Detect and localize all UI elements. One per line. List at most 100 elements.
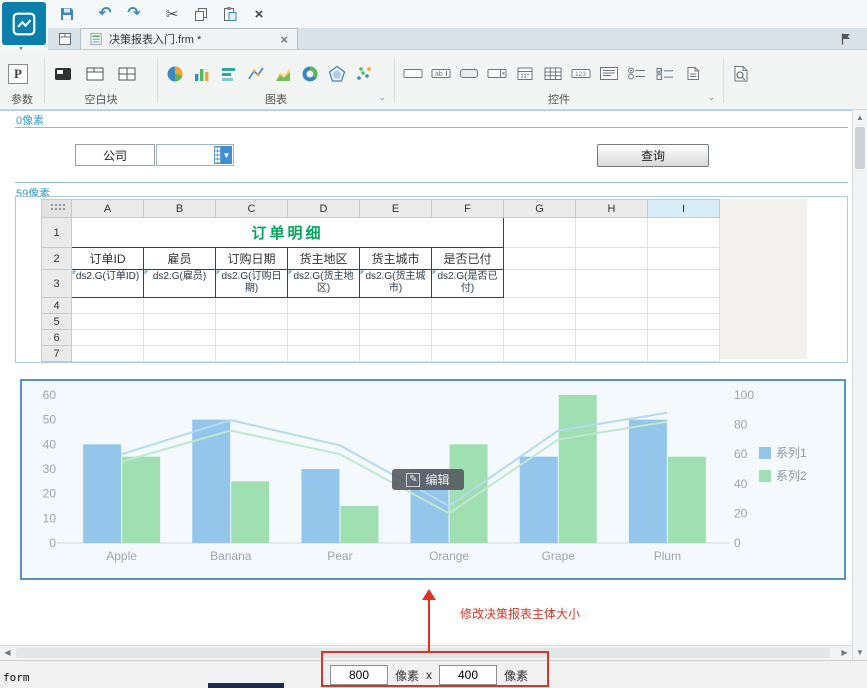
scatter-chart-icon[interactable] [355, 65, 373, 83]
empty-cell[interactable] [503, 297, 576, 314]
column-header-E[interactable]: E [359, 199, 432, 218]
row-header-6[interactable]: 6 [41, 329, 72, 346]
empty-cell[interactable] [287, 345, 360, 362]
column-header-D[interactable]: D [287, 199, 360, 218]
section-label-widgets[interactable]: 控件 [548, 94, 570, 106]
text-editor-icon[interactable] [403, 66, 423, 81]
empty-cell[interactable] [575, 345, 648, 362]
empty-cell[interactable] [287, 313, 360, 330]
save-icon[interactable] [58, 5, 76, 23]
section-label-charts[interactable]: 图表 [265, 94, 287, 106]
empty-cell[interactable] [71, 345, 144, 362]
cut-icon[interactable]: ✂ [163, 5, 181, 23]
body-height-input[interactable] [439, 665, 498, 685]
app-menu-button[interactable] [2, 2, 46, 45]
empty-cell[interactable] [215, 345, 288, 362]
bar-chart-icon[interactable] [220, 65, 238, 83]
empty-cell[interactable] [503, 269, 576, 298]
row-header-4[interactable]: 4 [41, 297, 72, 314]
absolute-block-icon[interactable] [117, 66, 137, 82]
report-binding-cell[interactable]: ds2.G(是否已付) [431, 269, 504, 298]
report-binding-cell[interactable]: ds2.G(货主地区) [287, 269, 360, 298]
redo-icon[interactable]: ↷ [125, 5, 143, 23]
report-header-cell[interactable]: 是否已付 [431, 247, 504, 270]
empty-cell[interactable] [575, 329, 648, 346]
line-chart-icon[interactable] [247, 65, 265, 83]
empty-cell[interactable] [503, 247, 576, 270]
file-upload-icon[interactable] [683, 66, 703, 81]
empty-cell[interactable] [647, 269, 720, 298]
column-chart-icon[interactable] [193, 65, 211, 83]
scroll-down-icon[interactable]: ▼ [853, 645, 867, 660]
empty-cell[interactable] [647, 217, 720, 248]
report-binding-cell[interactable]: ds2.G(订单ID) [71, 269, 144, 298]
column-header-I[interactable]: I [647, 199, 720, 218]
report-binding-cell[interactable]: ds2.G(货主城市) [359, 269, 432, 298]
empty-cell[interactable] [503, 313, 576, 330]
template-list-icon[interactable] [58, 32, 72, 46]
empty-cell[interactable] [431, 329, 504, 346]
label-widget-icon[interactable]: ab [431, 66, 451, 81]
preview-icon[interactable] [732, 65, 750, 83]
empty-cell[interactable] [647, 313, 720, 330]
empty-cell[interactable] [647, 297, 720, 314]
empty-cell[interactable] [143, 297, 216, 314]
chevron-down-icon[interactable]: ⌄ [378, 92, 386, 103]
radio-group-icon[interactable] [627, 66, 647, 81]
report-grid-mount[interactable]: A B C D E F G H I 1 订单明细 2 订单ID 雇员 订购日期 货主地区 货主城市 是否已付 3 ds… [41, 199, 720, 362]
horizontal-scroll-thumb[interactable] [16, 648, 830, 658]
report-header-cell[interactable]: 雇员 [143, 247, 216, 270]
empty-cell[interactable] [575, 269, 648, 298]
datepicker-widget-icon[interactable] [515, 66, 535, 81]
empty-cell[interactable] [71, 297, 144, 314]
empty-cell[interactable] [359, 313, 432, 330]
table-widget-icon[interactable] [543, 66, 563, 81]
horizontal-scrollbar[interactable]: ◀ ▶ [0, 645, 852, 660]
empty-cell[interactable] [359, 329, 432, 346]
empty-cell[interactable] [143, 345, 216, 362]
empty-cell[interactable] [215, 329, 288, 346]
empty-cell[interactable] [575, 297, 648, 314]
report-title-cell[interactable]: 订单明细 [71, 217, 504, 248]
empty-cell[interactable] [647, 345, 720, 362]
empty-cell[interactable] [647, 247, 720, 270]
row-header-1[interactable]: 1 [41, 217, 72, 248]
scroll-right-icon[interactable]: ▶ [837, 646, 852, 660]
undo-icon[interactable]: ↶ [96, 5, 114, 23]
radar-chart-icon[interactable] [328, 65, 346, 83]
column-header-B[interactable]: B [143, 199, 216, 218]
tab-close-icon[interactable]: × [280, 32, 288, 47]
tab-block-icon[interactable] [85, 66, 105, 82]
chevron-down-icon[interactable]: ⌄ [707, 92, 715, 103]
vertical-scrollbar[interactable]: ▲ ▼ [852, 110, 867, 660]
chart-block[interactable]: 0 10 20 30 40 50 60 0 20 40 60 80 100 Apple Banana Pear… [20, 379, 846, 580]
vertical-scroll-thumb[interactable] [855, 127, 865, 169]
scroll-left-icon[interactable]: ◀ [0, 646, 15, 660]
pie-chart-icon[interactable] [166, 65, 184, 83]
column-header-C[interactable]: C [215, 199, 288, 218]
empty-cell[interactable] [143, 313, 216, 330]
row-header-2[interactable]: 2 [41, 247, 72, 270]
column-header-H[interactable]: H [575, 199, 648, 218]
copy-icon[interactable] [192, 5, 210, 23]
empty-cell[interactable] [431, 313, 504, 330]
tab-decision-report[interactable]: 决策报表入门.frm * × [80, 28, 298, 49]
empty-cell[interactable] [287, 329, 360, 346]
button-widget-icon[interactable] [459, 66, 479, 81]
report-binding-cell[interactable]: ds2.G(雇员) [143, 269, 216, 298]
empty-cell[interactable] [359, 345, 432, 362]
report-grid[interactable]: A B C D E F G H I 1 订单明细 2 订单ID 雇员 订购日期 货主地区 货主城市 是否已付 3 ds… [41, 199, 720, 362]
empty-cell[interactable] [71, 329, 144, 346]
empty-cell[interactable] [503, 329, 576, 346]
empty-cell[interactable] [503, 217, 576, 248]
report-block-icon[interactable] [53, 66, 73, 82]
donut-chart-icon[interactable] [301, 65, 319, 83]
form-canvas[interactable]: 0像素 公司 ▼ 查询 59像素 A B C D E F G H I 1 订单明细 2 订单ID 雇员 订购… [0, 110, 852, 645]
report-header-cell[interactable]: 订单ID [71, 247, 144, 270]
column-header-F[interactable]: F [431, 199, 504, 218]
row-header-5[interactable]: 5 [41, 313, 72, 330]
delete-icon[interactable]: × [250, 5, 268, 23]
empty-cell[interactable] [431, 297, 504, 314]
report-binding-cell[interactable]: ds2.G(订购日期) [215, 269, 288, 298]
empty-cell[interactable] [575, 217, 648, 248]
